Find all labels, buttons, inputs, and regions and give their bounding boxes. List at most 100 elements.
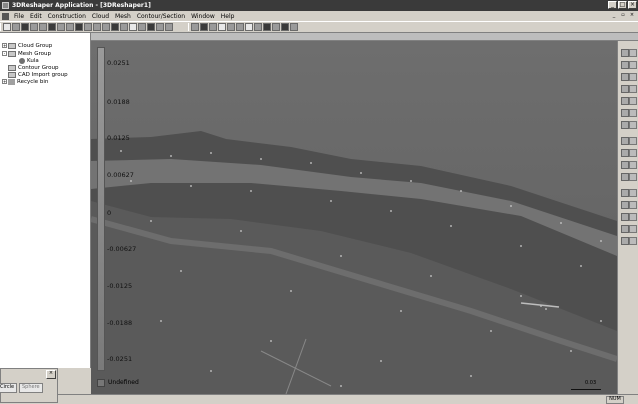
tool-button-icon[interactable] <box>629 85 637 93</box>
tree-item-cloud-group[interactable]: + Cloud Group <box>2 42 52 49</box>
tree-label: Recycle bin <box>17 78 49 85</box>
tool-button-icon[interactable] <box>629 137 637 145</box>
collapse-icon[interactable]: - <box>2 51 7 56</box>
minimize-icon[interactable]: _ <box>608 1 617 9</box>
tool-button-icon[interactable] <box>621 85 629 93</box>
delete-icon[interactable] <box>102 23 110 31</box>
undo-icon[interactable] <box>84 23 92 31</box>
save-icon[interactable] <box>21 23 29 31</box>
menu-mesh[interactable]: Mesh <box>112 13 134 20</box>
tool-button-icon[interactable] <box>621 237 629 245</box>
expand-icon[interactable]: + <box>2 43 7 48</box>
tool-button-icon[interactable] <box>621 97 629 105</box>
tool-button-icon[interactable] <box>629 49 637 57</box>
tab-sphere[interactable]: Sphere <box>19 383 43 393</box>
mdi-minimize-icon[interactable]: _ <box>610 12 618 19</box>
measure-icon[interactable] <box>200 23 208 31</box>
menu-file[interactable]: File <box>11 13 27 20</box>
paste-icon[interactable] <box>75 23 83 31</box>
tool-button-icon[interactable] <box>621 213 629 221</box>
tool-button-icon[interactable] <box>629 237 637 245</box>
line-tool-icon[interactable] <box>191 23 199 31</box>
redo-icon[interactable] <box>93 23 101 31</box>
tool-button-icon[interactable] <box>629 161 637 169</box>
tool-button-icon[interactable] <box>629 149 637 157</box>
point-tool-icon[interactable] <box>209 23 217 31</box>
scale-label: 0.0188 <box>107 98 130 106</box>
folder-icon <box>8 71 16 78</box>
mdi-close-icon[interactable]: × <box>628 12 636 19</box>
maximize-icon[interactable]: □ <box>618 1 627 9</box>
menu-edit[interactable]: Edit <box>27 13 45 20</box>
zoom-icon[interactable] <box>129 23 137 31</box>
zoom-window-icon[interactable] <box>147 23 155 31</box>
tool-button-icon[interactable] <box>621 201 629 209</box>
tool-button-icon[interactable] <box>621 161 629 169</box>
expand-icon[interactable]: + <box>2 79 7 84</box>
mesh-tool-icon[interactable] <box>254 23 262 31</box>
plane-tool-icon[interactable] <box>218 23 226 31</box>
folder-icon <box>8 42 16 49</box>
recycle-bin-icon <box>8 78 15 85</box>
tool-button-icon[interactable] <box>629 97 637 105</box>
tool-button-icon[interactable] <box>629 109 637 117</box>
menu-help[interactable]: Help <box>218 13 238 20</box>
document-window-bar <box>91 33 638 41</box>
tool-button-icon[interactable] <box>621 173 629 181</box>
copy-icon[interactable] <box>66 23 74 31</box>
menu-window[interactable]: Window <box>188 13 218 20</box>
panel-close-icon[interactable]: × <box>46 370 56 379</box>
color-icon[interactable] <box>281 23 289 31</box>
3d-viewport[interactable]: 0.0251 0.0188 0.0125 0.00627 0 -0.00627 … <box>91 41 617 394</box>
tool-button-icon[interactable] <box>629 201 637 209</box>
tree-item-kula[interactable]: Kula <box>19 57 39 64</box>
tab-circle[interactable]: Circle <box>0 383 18 393</box>
tree-item-contour-group[interactable]: Contour Group <box>2 64 58 71</box>
tool-button-icon[interactable] <box>621 109 629 117</box>
tool-button-icon[interactable] <box>621 121 629 129</box>
mesh-icon <box>19 57 25 64</box>
help-pointer-icon[interactable] <box>165 23 173 31</box>
zoom-fit-icon[interactable] <box>138 23 146 31</box>
cut-icon[interactable] <box>57 23 65 31</box>
tool-button-icon[interactable] <box>629 189 637 197</box>
view-icon[interactable] <box>156 23 164 31</box>
export-icon[interactable] <box>39 23 47 31</box>
tool-button-icon[interactable] <box>621 149 629 157</box>
pan-icon[interactable] <box>120 23 128 31</box>
tree-item-cad-import-group[interactable]: CAD Import group <box>2 71 68 78</box>
tool-button-icon[interactable] <box>629 61 637 69</box>
tool-button-icon[interactable] <box>621 49 629 57</box>
tool-button-icon[interactable] <box>629 73 637 81</box>
menu-construction[interactable]: Construction <box>45 13 89 20</box>
section-tool-icon[interactable] <box>263 23 271 31</box>
tool-button-icon[interactable] <box>629 121 637 129</box>
import-icon[interactable] <box>30 23 38 31</box>
tool-button-icon[interactable] <box>621 61 629 69</box>
tool-button-icon[interactable] <box>621 189 629 197</box>
circle-tool-icon[interactable] <box>227 23 235 31</box>
new-file-icon[interactable] <box>3 23 11 31</box>
menu-contour-section[interactable]: Contour/Section <box>134 13 188 20</box>
render-icon[interactable] <box>272 23 280 31</box>
scale-label: 0.00627 <box>107 171 134 179</box>
print-icon[interactable] <box>48 23 56 31</box>
tree-item-mesh-group[interactable]: - Mesh Group <box>2 50 51 57</box>
tree-item-recycle-bin[interactable]: + Recycle bin <box>2 78 48 85</box>
mdi-restore-icon[interactable]: ▫ <box>619 12 627 19</box>
tool-button-icon[interactable] <box>629 213 637 221</box>
tool-button-icon[interactable] <box>629 173 637 181</box>
open-file-icon[interactable] <box>12 23 20 31</box>
tool-button-icon[interactable] <box>629 225 637 233</box>
light-icon[interactable] <box>290 23 298 31</box>
tool-button-icon[interactable] <box>621 137 629 145</box>
tool-button-icon[interactable] <box>621 73 629 81</box>
scale-label: 0.0251 <box>107 59 130 67</box>
project-tree: + Cloud Group - Mesh Group Kula Contour … <box>0 33 91 368</box>
rotate-icon[interactable] <box>111 23 119 31</box>
close-icon[interactable]: × <box>628 1 637 9</box>
sphere-tool-icon[interactable] <box>236 23 244 31</box>
cloud-tool-icon[interactable] <box>245 23 253 31</box>
menu-cloud[interactable]: Cloud <box>89 13 112 20</box>
tool-button-icon[interactable] <box>621 225 629 233</box>
